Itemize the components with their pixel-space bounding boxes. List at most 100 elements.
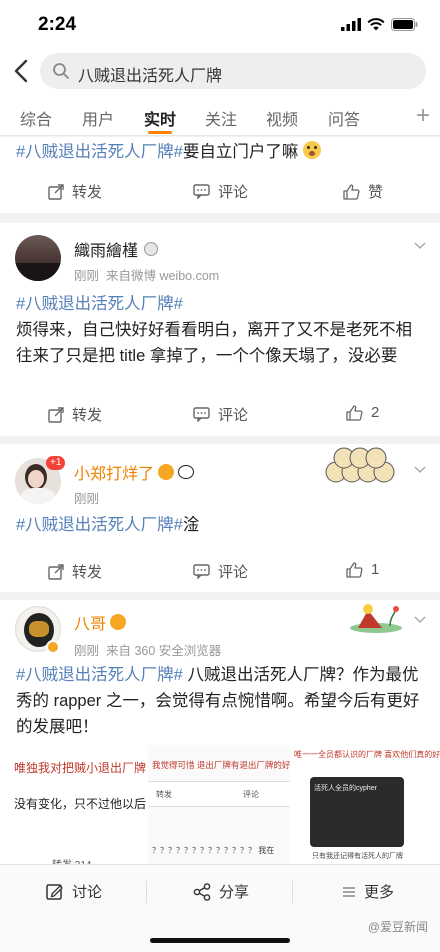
tab-qa[interactable]: 问答 [328, 106, 360, 130]
image-text-line: 唯独我对把贼小退出厂牌 [14, 761, 146, 775]
image-text-line: 只有我还记得有活死人的厂牌 [312, 853, 403, 860]
thumbs-up-icon [346, 404, 363, 421]
post-image-1[interactable]: 唯独我对把贼小退出厂牌 没有变化，只不过他以后 转发 314 [0, 745, 146, 864]
divider [146, 881, 147, 903]
forward-label: 转发 [72, 184, 103, 201]
thumbs-up-icon [343, 183, 360, 200]
menu-icon [343, 886, 355, 897]
search-input[interactable]: 八贼退出活死人厂牌 [40, 53, 426, 89]
image-text-line: 转发 [156, 790, 172, 799]
post-time: 刚刚 [74, 269, 100, 283]
like-count: 2 [371, 404, 380, 421]
username[interactable]: 織雨繪槿 [74, 237, 138, 261]
hashtag-link[interactable]: #八贼退出活死人厂牌# [16, 291, 426, 317]
chevron-down-icon[interactable] [414, 466, 426, 474]
like-button[interactable]: 1 [346, 561, 379, 578]
search-icon [53, 63, 69, 79]
edit-icon [46, 883, 63, 900]
back-arrow-icon[interactable] [12, 58, 30, 84]
comment-button[interactable]: 评论 [193, 404, 248, 425]
hashtag-link[interactable]: #八贼退出活死人厂牌# [16, 666, 183, 684]
like-count: 1 [371, 561, 380, 578]
post-body: #八贼退出活死人厂牌# 八贼退出活死人厂牌？作为最优秀的 rapper 之一，会… [16, 662, 426, 740]
image-text-line: 唯一一全员都认识的厂牌 喜欢他们真的好久了 [294, 750, 440, 759]
status-bar: 2:24 [0, 0, 440, 50]
like-button[interactable]: 赞 [343, 181, 383, 202]
member-badge-icon [144, 242, 159, 256]
image-text-line: 我觉得可惜 退出厂牌有退出厂牌的好处 之 [152, 760, 290, 770]
decoration-sticker-icon [325, 447, 395, 483]
comment-icon [193, 184, 210, 199]
username[interactable]: 小郑打烊了 [74, 460, 154, 484]
notification-badge: +1 [46, 456, 66, 470]
add-tab-icon[interactable]: + [416, 102, 430, 130]
vip-crown-icon [158, 464, 175, 480]
screen: 2:24 八贼退出活死人厂牌 综合 用户 实时 关注 视频 问答 + #八贼退出… [0, 0, 440, 952]
battery-icon [391, 18, 418, 31]
post-image-2[interactable]: 我觉得可惜 退出厂牌有退出厂牌的好处 之 转发 评论 ？？？？？？？？？？？？？… [148, 745, 290, 864]
chevron-down-icon[interactable] [414, 242, 426, 250]
post-card-0: #八贼退出活死人厂牌#要自立门户了嘛 转发 评论 赞 [0, 137, 440, 213]
watermark: @爱豆新闻 [367, 920, 428, 934]
post-actions: 转发 评论 1 [0, 549, 440, 593]
search-query: 八贼退出活死人厂牌 [78, 68, 223, 85]
forward-button[interactable]: 转发 [48, 404, 102, 425]
comment-label: 评论 [218, 564, 249, 581]
post-text: 要自立门户了嘛 [182, 143, 299, 161]
post-card-1: 織雨繪槿 刚刚 来自微博 weibo.com #八贼退出活死人厂牌# 烦得来，自… [0, 223, 440, 436]
post-actions: 转发 评论 2 [0, 392, 440, 436]
hashtag-link[interactable]: #八贼退出活死人厂牌# [16, 516, 183, 534]
forward-icon [48, 563, 64, 580]
chevron-down-icon[interactable] [414, 616, 426, 624]
forward-button[interactable]: 转发 [48, 561, 102, 582]
search-bar-row: 八贼退出活死人厂牌 [0, 50, 440, 94]
status-icons [341, 18, 418, 31]
post-image-3[interactable]: 唯一一全员都认识的厂牌 喜欢他们真的好久了 活死人全员的cypher 只有我还记… [292, 745, 440, 864]
comment-button[interactable]: 评论 [193, 561, 248, 582]
image-text-line: 活死人全员的cypher [314, 785, 378, 792]
comment-button[interactable]: 评论 [193, 181, 248, 202]
post-time: 刚刚 [74, 492, 100, 506]
like-button[interactable]: 2 [346, 404, 379, 421]
hashtag-link[interactable]: #八贼退出活死人厂牌# [16, 143, 183, 161]
surprised-emoji-icon [302, 141, 321, 159]
verified-badge-icon [46, 640, 60, 654]
more-button[interactable]: 更多 [342, 881, 394, 902]
status-time: 2:24 [38, 14, 77, 35]
post-meta: 刚刚 来自 360 安全浏览器 [74, 640, 221, 659]
more-label: 更多 [364, 884, 395, 901]
post-time: 刚刚 [74, 644, 100, 658]
little-prince-sticker-icon [350, 604, 402, 633]
tab-users[interactable]: 用户 [82, 106, 114, 130]
image-text-line: 评论 [243, 790, 259, 799]
discuss-button[interactable]: 讨论 [46, 881, 102, 902]
forward-button[interactable]: 转发 [48, 181, 102, 202]
post-meta: 刚刚 [74, 488, 99, 507]
post-card-2: +1 小郑打烊了 刚刚 #八贼退出活死人厂牌#淦 转发 评论 1 [0, 444, 440, 592]
user-header: 小郑打烊了 [74, 460, 195, 484]
image-text-line: ？？？？？？？？？？？？？ 我在 [152, 846, 275, 855]
username[interactable]: 八哥 [74, 610, 106, 634]
discuss-label: 讨论 [72, 884, 103, 901]
user-header: 八哥 [74, 610, 127, 634]
post-actions: 转发 评论 赞 [0, 169, 440, 213]
home-indicator [150, 938, 290, 943]
tab-general[interactable]: 综合 [20, 106, 52, 130]
tab-video[interactable]: 视频 [266, 106, 298, 130]
user-header: 織雨繪槿 [74, 237, 159, 261]
post-body: #八贼退出活死人厂牌#淦 [16, 512, 199, 538]
comment-icon [193, 407, 210, 422]
post-meta: 刚刚 来自微博 weibo.com [74, 265, 219, 284]
tab-realtime[interactable]: 实时 [144, 106, 176, 130]
forward-icon [48, 183, 64, 200]
comment-label: 评论 [218, 184, 249, 201]
post-body: #八贼退出活死人厂牌# 烦得来，自己快好好看看明白，离开了又不是老死不相往来了只… [16, 291, 426, 369]
image-caption: 转发 314 [52, 856, 91, 864]
forward-label: 转发 [72, 564, 103, 581]
share-icon [193, 882, 211, 901]
wifi-icon [367, 18, 385, 31]
share-button[interactable]: 分享 [193, 881, 249, 902]
tab-following[interactable]: 关注 [205, 106, 237, 130]
avatar[interactable] [15, 235, 61, 281]
post-source: 来自 360 安全浏览器 [105, 644, 222, 658]
